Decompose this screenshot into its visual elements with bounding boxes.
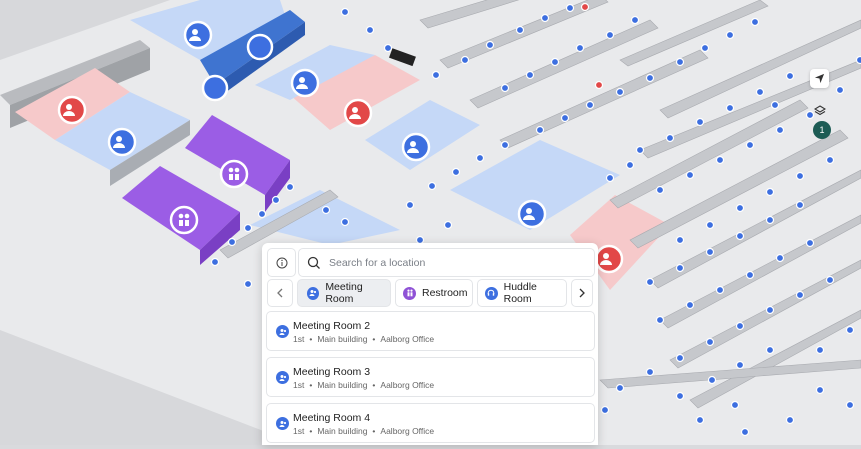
info-button[interactable] [267,248,296,277]
people-icon [276,371,289,384]
search-input[interactable] [327,256,581,270]
navigation-arrow-icon [814,73,825,84]
chevron-right-icon [578,288,586,298]
result-title: Meeting Room 2 [293,320,370,332]
category-label: Restroom [422,287,468,299]
info-icon [276,257,288,269]
result-item-meeting-room-3[interactable]: Meeting Room 3 1st•Main building•Aalborg… [266,357,595,397]
result-title: Meeting Room 3 [293,366,370,378]
people-icon [276,417,289,430]
layers-button[interactable] [810,101,829,120]
chevron-left-icon [276,288,284,298]
category-chip-restroom[interactable]: Restroom [395,279,473,307]
result-details: 1st•Main building•Aalborg Office [293,426,434,436]
result-item-meeting-room-2[interactable]: Meeting Room 2 1st•Main building•Aalborg… [266,311,595,351]
locate-button[interactable] [810,69,829,88]
scroll-left-button[interactable] [267,279,293,307]
result-details: 1st•Main building•Aalborg Office [293,334,434,344]
category-label: Meeting Room [325,281,390,305]
category-chip-huddle-room[interactable]: Huddle Room [477,279,567,307]
results-list: Meeting Room 2 1st•Main building•Aalborg… [266,311,595,449]
category-label: Huddle Room [504,281,566,305]
layers-icon [814,105,826,117]
search-icon [307,256,321,270]
result-details: 1st•Main building•Aalborg Office [293,380,434,390]
search-box[interactable] [298,248,595,277]
floor-selector-badge[interactable]: 1 [813,121,831,139]
people-icon [307,287,319,300]
restroom-icon [403,287,416,300]
headset-icon [485,287,498,300]
category-filter-bar: Meeting Room Restroom Huddle Room [267,279,593,307]
location-search-panel: Meeting Room Restroom Huddle Room Meetin… [262,243,598,445]
scroll-right-button[interactable] [571,279,593,307]
category-chip-meeting-room[interactable]: Meeting Room [297,279,391,307]
result-item-meeting-room-4[interactable]: Meeting Room 4 1st•Main building•Aalborg… [266,403,595,443]
people-icon [276,325,289,338]
result-title: Meeting Room 4 [293,412,370,424]
